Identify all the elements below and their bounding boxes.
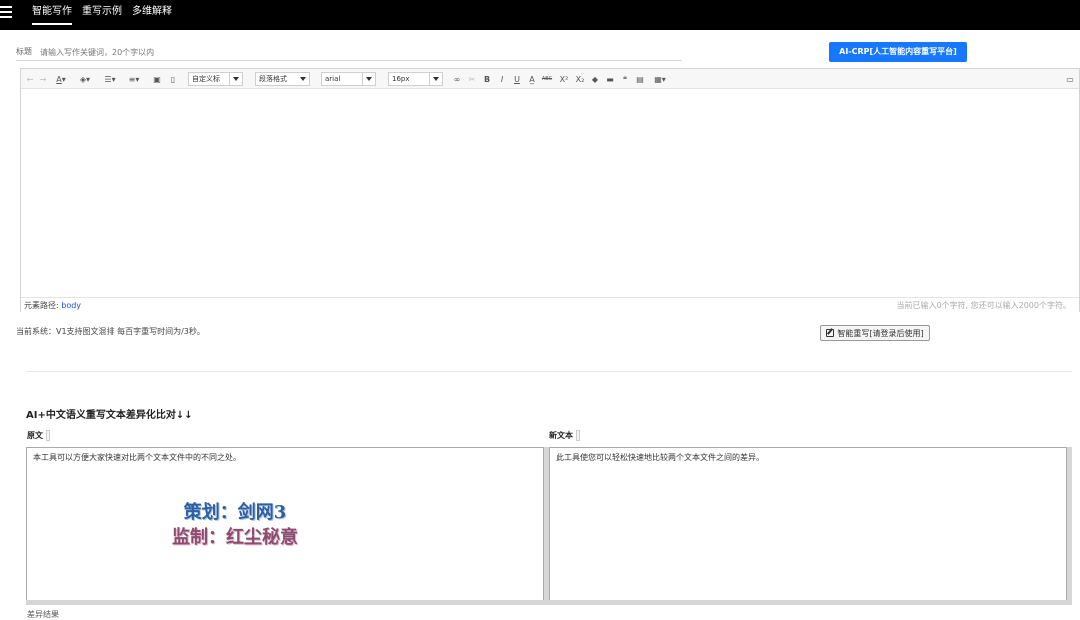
nav-item-smart-writing[interactable]: 智能写作 [32,5,72,25]
compare-section-title: AI+中文语义重写文本差异化比对↓↓ [26,410,193,421]
subscript-icon[interactable]: X₂ [574,72,586,86]
redo-icon[interactable]: → [38,72,48,86]
italic-icon[interactable]: I [497,72,507,86]
system-info: 当前系统：V1支持图文混排 每百字重写时间为/3秒。 [16,327,205,336]
element-path-label: 元素路径: [24,301,59,310]
link-icon[interactable]: ∞ [451,72,463,86]
highlight-icon[interactable]: ◈▾ [76,72,94,86]
chevron-down-icon [233,77,239,81]
divider [26,371,1072,372]
ai-crp-button[interactable]: AI-CRP[人工智能内容重写平台] [829,42,967,62]
font-family-select[interactable]: arial [321,72,376,86]
smart-rewrite-label: 智能重写[请登录后使用] [837,328,924,338]
font-size-select[interactable]: 16px [388,72,443,86]
new-text-label: 新文本 [549,430,580,441]
unlink-icon[interactable]: ✂ [467,72,477,86]
custom-title-select[interactable]: 自定义标 [188,72,243,86]
paste-plain-icon[interactable]: ▤ [635,72,645,86]
menu-icon[interactable] [0,6,14,20]
font-family-value: arial [325,75,341,83]
new-hscrollbar[interactable] [549,600,1072,605]
rich-text-editor: ← → A ▾ ◈▾ ☰▾ ≡▾ ▣ ▯ 自定义标 段落格式 arial 16px… [20,68,1080,312]
unordered-list-icon[interactable]: ≡▾ [125,72,143,86]
original-text-label: 原文 [27,430,50,441]
element-path: 元素路径: body [24,300,81,311]
title-row: 标题 [16,45,682,61]
chevron-down-icon [300,77,306,81]
watermark-line-planner: 策划：剑网3 [183,502,287,523]
paragraph-format-value: 段落格式 [259,75,287,83]
element-path-body-link[interactable]: body [61,301,81,310]
top-nav-bar: 智能写作 重写示例 多维解释 [0,0,1080,30]
watermark: 策划：剑网3 监制：红尘秘意 [150,500,320,550]
blockquote-icon[interactable]: ❝ [620,72,630,86]
editor-statusbar: 元素路径: body 当前已输入0个字符, 您还可以输入2000个字符。 [21,297,1079,312]
resize-handle[interactable] [576,430,580,441]
char-counter: 当前已输入0个字符, 您还可以输入2000个字符。 [896,301,1071,310]
edit-icon [826,329,835,337]
select-all-icon[interactable]: ▣ [152,72,162,86]
undo-icon[interactable]: ← [25,72,35,86]
removeformat-icon[interactable]: ◆ [590,72,600,86]
title-input[interactable] [40,45,680,59]
smart-rewrite-button[interactable]: 智能重写[请登录后使用] [820,325,930,341]
main-nav: 智能写作 重写示例 多维解释 [32,5,172,25]
title-label: 标题 [16,47,32,56]
fontborder-icon[interactable]: A̲ [527,72,537,86]
new-scrollbar[interactable] [1067,447,1072,604]
formatmatch-icon[interactable]: ▬ [605,72,615,86]
new-textarea[interactable]: 此工具使您可以轻松快速地比较两个文本文件之间的差异。 [549,447,1067,604]
new-label-text: 新文本 [549,431,573,440]
nav-item-multi-explain[interactable]: 多维解释 [132,5,172,25]
insert-table-icon[interactable]: ▦▾ [651,72,669,86]
nav-item-rewrite-examples[interactable]: 重写示例 [82,5,122,25]
strikethrough-icon[interactable]: ABC [541,72,553,86]
preview-icon[interactable]: ▭ [1064,72,1076,86]
editor-content-area[interactable] [21,89,1079,297]
chevron-down-icon [433,77,439,81]
editor-toolbar: ← → A ▾ ◈▾ ☰▾ ≡▾ ▣ ▯ 自定义标 段落格式 arial 16px… [21,69,1079,89]
font-size-value: 16px [392,75,410,83]
superscript-icon[interactable]: X² [558,72,570,86]
watermark-line-producer: 监制：红尘秘意 [172,527,298,548]
resize-handle[interactable] [46,430,50,441]
original-label-text: 原文 [27,431,43,440]
paragraph-format-select[interactable]: 段落格式 [255,72,310,86]
ordered-list-icon[interactable]: ☰▾ [101,72,119,86]
bold-icon[interactable]: B [482,72,492,86]
diff-result-label: 差异结果 [27,610,59,619]
clear-doc-icon[interactable]: ▯ [168,72,178,86]
custom-title-value: 自定义标 [192,75,220,83]
font-color-icon[interactable]: A ▾ [53,72,69,86]
underline-icon[interactable]: U [512,72,522,86]
original-hscrollbar[interactable] [26,600,549,605]
chevron-down-icon [366,77,372,81]
